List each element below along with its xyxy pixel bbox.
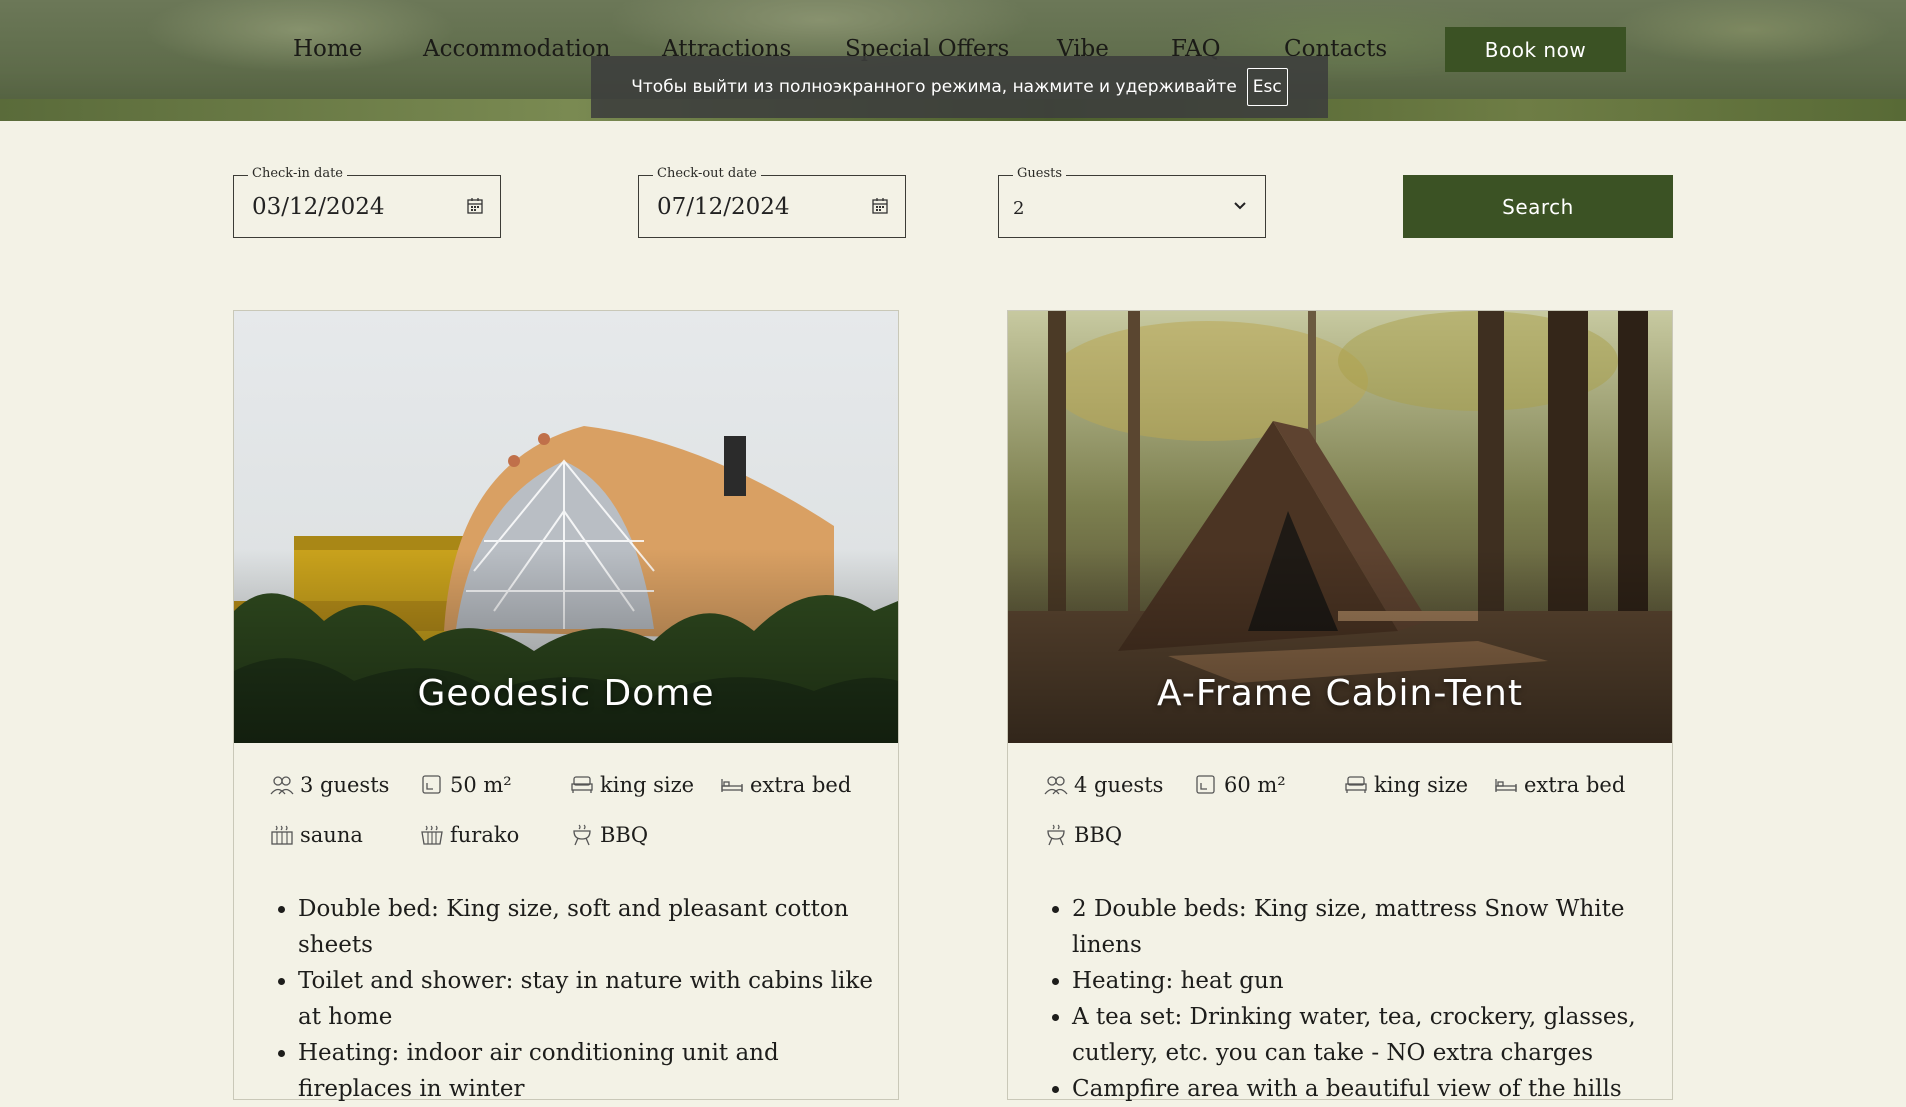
card-title[interactable]: A-Frame Cabin-Tent [1008,673,1672,714]
book-now-button[interactable]: Book now [1445,27,1626,72]
guests-icon [1044,776,1068,795]
card-title[interactable]: Geodesic Dome [234,673,898,714]
amenity-guests: 3 guests [270,771,420,799]
feature-item: Double bed: King size, soft and pleasant… [298,891,888,963]
feature-item: Toilet and shower: stay in nature with c… [298,963,888,1035]
nav-accommodation[interactable]: Accommodation [423,36,610,62]
extra-bed-icon [721,779,743,792]
amenity-label: king size [1374,773,1469,797]
calendar-icon[interactable] [871,197,889,215]
amenity-label: furako [450,823,520,847]
amenity-label: BBQ [1074,823,1123,847]
fullscreen-exit-notice: Чтобы выйти из полноэкранного режима, на… [591,56,1328,118]
accommodation-card-a-frame[interactable]: A-Frame Cabin-Tent 4 guests 60 m² king s… [1007,310,1673,1102]
amenity-list: 3 guests 50 m² king size extra bed sauna… [270,771,870,849]
amenity-label: BBQ [600,823,649,847]
nav-home[interactable]: Home [293,36,362,62]
accommodation-card-geodesic-dome[interactable]: Geodesic Dome 3 guests 50 m² king size e… [233,310,899,1102]
guests-icon [270,776,294,795]
amenity-label: extra bed [750,773,852,797]
amenity-extra-bed: extra bed [1494,771,1644,799]
feature-item: A tea set: Drinking water, tea, crockery… [1072,999,1662,1071]
checkin-date-label: Check-in date [248,166,347,181]
amenity-label: 50 m² [450,773,512,797]
area-icon [1196,775,1215,794]
amenity-label: 60 m² [1224,773,1286,797]
checkout-date-value: 07/12/2024 [657,194,790,220]
bbq-icon [573,824,591,846]
feature-list: 2 Double beds: King size, mattress Snow … [1052,891,1662,1107]
bed-icon [1345,776,1367,793]
esc-key-badge: Esc [1246,68,1288,106]
amenity-label: 4 guests [1074,773,1164,797]
calendar-icon[interactable] [466,197,484,215]
amenity-bed: king size [570,771,720,799]
amenity-bed: king size [1344,771,1494,799]
area-icon [422,775,441,794]
checkin-date-value: 03/12/2024 [252,194,385,220]
amenity-furako: furako [420,821,570,849]
amenity-list: 4 guests 60 m² king size extra bed BBQ [1044,771,1644,849]
feature-item: Heating: indoor air conditioning unit an… [298,1035,888,1107]
amenity-label: extra bed [1524,773,1626,797]
bed-icon [571,776,593,793]
checkin-date-field[interactable]: Check-in date 03/12/2024 [233,166,501,238]
amenity-label: 3 guests [300,773,390,797]
search-button[interactable]: Search [1403,175,1673,238]
amenity-area: 50 m² [420,771,570,799]
chevron-down-icon[interactable] [1231,197,1249,215]
amenity-label: king size [600,773,695,797]
sauna-icon [271,825,293,845]
feature-item: Campfire area with a beautiful view of t… [1072,1071,1662,1107]
feature-item: 2 Double beds: King size, mattress Snow … [1072,891,1662,963]
feature-item: Heating: heat gun [1072,963,1662,999]
amenity-area: 60 m² [1194,771,1344,799]
guests-value: 2 [1013,198,1025,219]
furako-icon [421,825,443,845]
amenity-label: sauna [300,823,363,847]
amenity-sauna: sauna [270,821,420,849]
amenity-bbq: BBQ [570,821,720,849]
checkout-date-label: Check-out date [653,166,761,181]
feature-list: Double bed: King size, soft and pleasant… [278,891,888,1107]
fullscreen-notice-text: Чтобы выйти из полноэкранного режима, на… [631,77,1237,97]
extra-bed-icon [1495,779,1517,792]
amenity-bbq: BBQ [1044,821,1194,849]
guests-label: Guests [1013,166,1067,181]
amenity-guests: 4 guests [1044,771,1194,799]
amenity-extra-bed: extra bed [720,771,870,799]
bbq-icon [1047,824,1065,846]
guests-select[interactable]: Guests 2 [998,166,1266,238]
checkout-date-field[interactable]: Check-out date 07/12/2024 [638,166,906,238]
